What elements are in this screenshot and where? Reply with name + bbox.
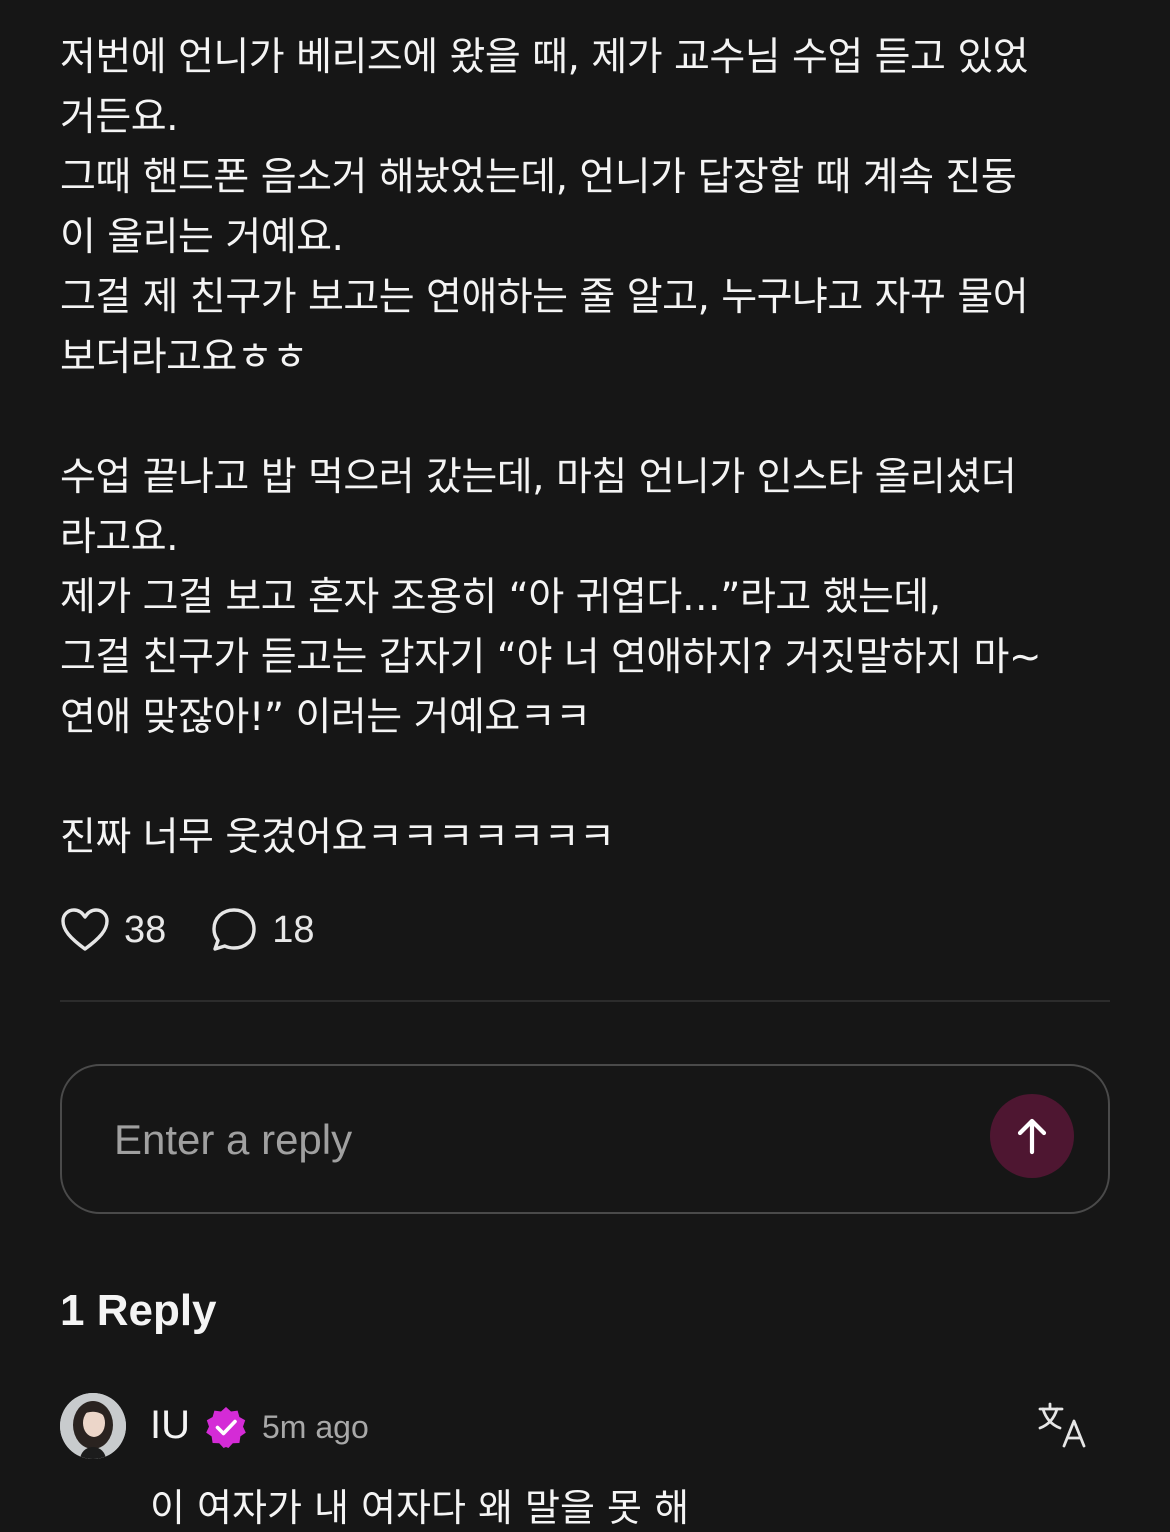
avatar-image	[60, 1393, 126, 1459]
comment-button[interactable]: 18	[210, 906, 315, 954]
speech-bubble-icon	[212, 908, 256, 951]
post-line: 거든요.	[60, 95, 179, 140]
replies-heading: 1 Reply	[60, 1286, 217, 1335]
post-line: 라고요.	[60, 515, 179, 560]
post-line: 진짜 너무 웃겼어요ㅋㅋㅋㅋㅋㅋㅋ	[60, 815, 615, 860]
reply-composer	[60, 1064, 1110, 1214]
arrow-up-icon	[1017, 1118, 1047, 1155]
post-actions: 38 18	[60, 900, 359, 960]
reply-author[interactable]: IU	[150, 1403, 190, 1448]
post-line: 그걸 친구가 듣고는 갑자기 “야 너 연애하지? 거짓말하지 마~	[60, 635, 1042, 680]
post-line: 그때 핸드폰 음소거 해놨었는데, 언니가 답장할 때 계속 진동	[60, 155, 1017, 200]
post-paragraph-gap	[60, 748, 1120, 808]
post-paragraph-gap	[60, 388, 1120, 448]
reply-timestamp: 5m ago	[262, 1409, 369, 1445]
post-line: 연애 맞잖아!” 이러는 거예요ㅋㅋ	[60, 695, 591, 740]
heart-icon	[61, 908, 109, 951]
post-body: 저번에 언니가 베리즈에 왔을 때, 제가 교수님 수업 듣고 있었 거든요. …	[60, 28, 1120, 868]
avatar[interactable]	[60, 1393, 126, 1459]
post-line: 이 울리는 거예요.	[60, 215, 344, 260]
translate-icon[interactable]	[1038, 1401, 1090, 1449]
comment-count: 18	[272, 908, 315, 951]
divider	[60, 1000, 1110, 1002]
like-count: 38	[124, 908, 167, 951]
reply-item: IU 5m ago 이 여자가 내 여자다 왜 말을 못 해	[60, 1393, 1110, 1530]
reply-text: 이 여자가 내 여자다 왜 말을 못 해	[150, 1486, 690, 1530]
post-line: 제가 그걸 보고 혼자 조용히 “아 귀엽다…”라고 했는데,	[60, 575, 941, 620]
post-line: 수업 끝나고 밥 먹으러 갔는데, 마침 언니가 인스타 올리셨더	[60, 455, 1017, 500]
verified-badge-icon	[206, 1407, 246, 1448]
post-line: 보더라고요ㅎㅎ	[60, 335, 308, 380]
send-button[interactable]	[990, 1094, 1074, 1178]
reply-input[interactable]	[112, 1102, 936, 1178]
post-line: 그걸 제 친구가 보고는 연애하는 줄 알고, 누구냐고 자꾸 물어	[60, 275, 1029, 320]
post-line: 저번에 언니가 베리즈에 왔을 때, 제가 교수님 수업 듣고 있었	[60, 35, 1029, 80]
like-button[interactable]: 38	[60, 907, 166, 953]
